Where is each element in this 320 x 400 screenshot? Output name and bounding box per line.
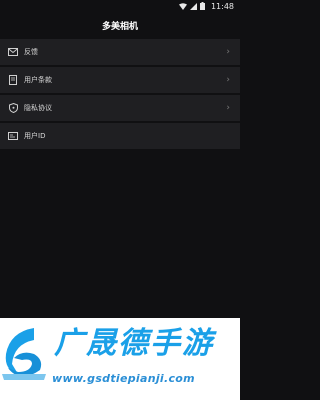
- status-time: 11:48: [210, 1, 234, 11]
- page-title: 多美相机: [101, 21, 138, 32]
- settings-list: 反馈 › 用户条款 › 隐私协议 › 用户ID: [0, 39, 240, 151]
- shield-icon: [8, 103, 18, 113]
- menu-item-feedback[interactable]: 反馈 ›: [0, 39, 240, 65]
- signal-icon: [189, 2, 197, 10]
- chevron-right-icon: ›: [226, 75, 230, 85]
- mail-icon: [8, 47, 18, 57]
- menu-item-label: 用户条款: [24, 76, 52, 84]
- watermark-url: www.gsdtiepianji.com: [52, 372, 195, 385]
- chevron-right-icon: ›: [226, 47, 230, 57]
- menu-item-label: 隐私协议: [24, 104, 52, 112]
- menu-item-user-id[interactable]: 用户ID: [0, 123, 240, 149]
- document-icon: [8, 75, 18, 85]
- watermark-banner: 广晟德手游 www.gsdtiepianji.com: [0, 318, 240, 400]
- id-card-icon: [8, 131, 18, 141]
- chevron-right-icon: ›: [226, 103, 230, 113]
- app-screen: 11:48 多美相机 反馈 › 用户条款 › 隐私协议 › 用户ID 广晟德手游…: [0, 0, 240, 400]
- battery-icon: [199, 2, 205, 10]
- menu-item-label: 反馈: [24, 48, 38, 56]
- app-header: 多美相机: [0, 12, 240, 38]
- menu-item-privacy[interactable]: 隐私协议 ›: [0, 95, 240, 121]
- wifi-icon: [178, 2, 187, 10]
- status-bar: 11:48: [0, 0, 240, 12]
- menu-item-terms[interactable]: 用户条款 ›: [0, 67, 240, 93]
- brand-logo-icon: [0, 324, 48, 386]
- menu-item-label: 用户ID: [24, 132, 46, 140]
- watermark-title: 广晟德手游: [54, 326, 214, 361]
